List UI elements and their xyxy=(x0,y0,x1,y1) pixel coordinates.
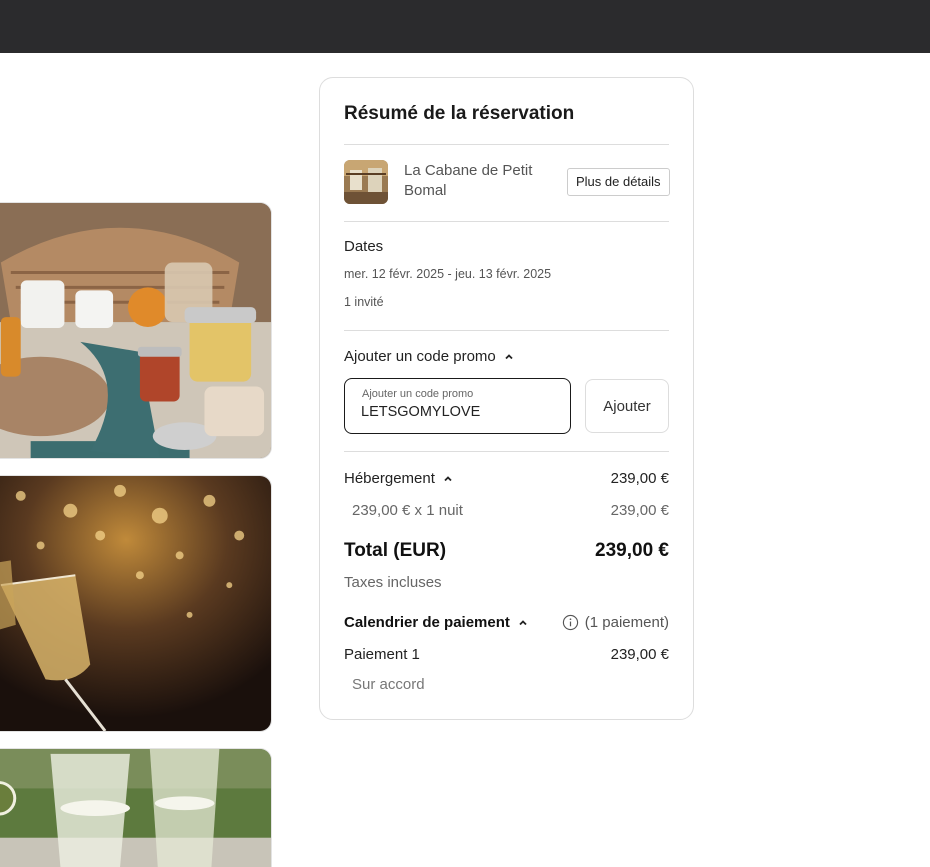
promo-code-toggle[interactable]: Ajouter un code promo xyxy=(344,348,514,365)
property-name: La Cabane de Petit Bomal xyxy=(404,162,533,199)
payment-1-amount: 239,00 € xyxy=(610,646,669,663)
payment-1-row: Paiement 1 239,00 € xyxy=(344,646,669,663)
chevron-up-icon xyxy=(444,475,452,481)
cabin-thumbnail-image xyxy=(344,160,388,204)
payment-1-label: Paiement 1 xyxy=(344,646,420,663)
gallery-image-champagne-glasses[interactable] xyxy=(0,748,272,867)
lodging-toggle[interactable]: Hébergement xyxy=(344,470,453,487)
divider xyxy=(344,451,669,452)
lodging-detail-label: 239,00 € x 1 nuit xyxy=(352,502,463,519)
lodging-detail-row: 239,00 € x 1 nuit 239,00 € xyxy=(344,502,669,519)
promo-code-input[interactable] xyxy=(361,404,551,420)
payment-schedule-toggle[interactable]: Calendrier de paiement xyxy=(344,614,528,631)
chevron-up-icon xyxy=(505,353,513,359)
gallery-image-picnic-basket[interactable] xyxy=(0,202,272,459)
payment-schedule-label: Calendrier de paiement xyxy=(344,614,510,631)
guest-count: 1 invité xyxy=(344,295,384,309)
taxes-note: Taxes incluses xyxy=(344,574,442,591)
champagne-glasses-image xyxy=(0,749,271,867)
total-row: Total (EUR) 239,00 € xyxy=(344,540,669,562)
divider xyxy=(344,221,669,222)
promo-toggle-label: Ajouter un code promo xyxy=(344,348,496,365)
lodging-label: Hébergement xyxy=(344,470,435,487)
lodging-amount: 239,00 € xyxy=(610,470,669,487)
property-thumbnail xyxy=(344,160,388,204)
info-icon[interactable] xyxy=(562,614,579,631)
add-promo-button[interactable]: Ajouter xyxy=(585,379,669,433)
payment-schedule-row: Calendrier de paiement (1 paiement) xyxy=(344,614,669,631)
champagne-toast-image xyxy=(0,476,271,731)
reservation-summary-panel: Résumé de la réservation La Cabane de Pe… xyxy=(319,77,694,720)
lodging-detail-amount: 239,00 € xyxy=(610,502,669,519)
promo-field-label: Ajouter un code promo xyxy=(362,388,474,400)
payment-1-when: Sur accord xyxy=(352,676,425,693)
promo-code-field[interactable]: Ajouter un code promo xyxy=(344,378,571,434)
gallery-image-champagne-toast[interactable] xyxy=(0,475,272,732)
total-label: Total (EUR) xyxy=(344,540,447,561)
chevron-up-icon xyxy=(519,619,527,625)
divider xyxy=(344,144,669,145)
top-header-bar xyxy=(0,0,930,53)
lodging-row: Hébergement 239,00 € xyxy=(344,470,669,487)
payment-count-text: (1 paiement) xyxy=(584,614,669,631)
divider xyxy=(344,330,669,331)
more-details-button[interactable]: Plus de détails xyxy=(567,168,670,196)
payment-count: (1 paiement) xyxy=(562,614,669,631)
summary-title: Résumé de la réservation xyxy=(344,103,575,124)
total-amount: 239,00 € xyxy=(595,540,669,561)
dates-value: mer. 12 févr. 2025 - jeu. 13 févr. 2025 xyxy=(344,267,552,281)
dates-label: Dates xyxy=(344,238,384,255)
picnic-basket-image xyxy=(0,203,271,458)
